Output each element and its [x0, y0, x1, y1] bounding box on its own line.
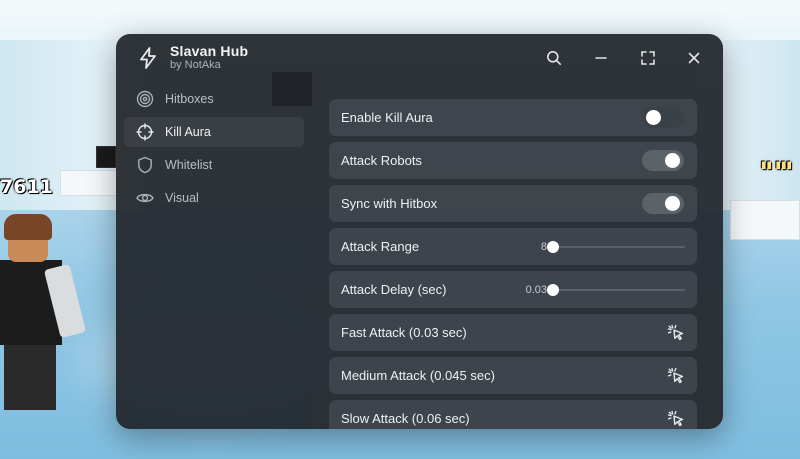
sync-with-hitbox-row[interactable]: Sync with Hitbox — [329, 185, 697, 222]
row-label: Enable Kill Aura — [341, 110, 433, 125]
wall-screen — [96, 146, 116, 168]
search-icon — [547, 51, 561, 65]
sidebar-item-whitelist[interactable]: Whitelist — [124, 150, 304, 180]
attack-range-value: 8 — [540, 240, 547, 253]
close-icon — [688, 52, 700, 64]
slow-attack-button[interactable]: Slow Attack (0.06 sec) — [329, 400, 697, 429]
sidebar-item-label: Kill Aura — [165, 125, 211, 139]
minimize-icon — [595, 57, 607, 59]
search-button[interactable] — [542, 46, 566, 70]
attack-range-slider-thumb[interactable] — [547, 241, 559, 253]
hub-window: Slavan Hub by NotAka Hitboxes Kill Aura … — [116, 34, 723, 429]
toggle-knob — [665, 196, 680, 211]
row-label: Sync with Hitbox — [341, 196, 438, 211]
attack-robots-toggle[interactable] — [642, 150, 684, 171]
button-label: Slow Attack (0.06 sec) — [341, 411, 470, 426]
display-case — [730, 200, 800, 240]
player-character — [0, 210, 87, 410]
sidebar: Hitboxes Kill Aura Whitelist Visual — [116, 84, 312, 429]
fast-attack-button[interactable]: Fast Attack (0.03 sec) — [329, 314, 697, 351]
maximize-icon — [641, 51, 655, 65]
attack-delay-slider-thumb[interactable] — [547, 284, 559, 296]
attack-range-slider[interactable] — [547, 241, 685, 253]
click-icon — [667, 410, 684, 427]
attack-delay-value: 0.03 — [525, 283, 547, 296]
sidebar-item-label: Hitboxes — [165, 92, 214, 106]
sidebar-item-label: Whitelist — [165, 158, 213, 172]
kill-aura-panel: Enable Kill Aura Attack Robots Sync with… — [312, 84, 723, 429]
window-subtitle: by NotAka — [170, 59, 221, 71]
minimize-button[interactable] — [589, 46, 613, 70]
row-label: Attack Delay (sec) — [341, 282, 447, 297]
window-title: Slavan Hub — [170, 43, 249, 59]
attack-robots-row[interactable]: Attack Robots — [329, 142, 697, 179]
button-label: Fast Attack (0.03 sec) — [341, 325, 467, 340]
attack-delay-slider[interactable] — [547, 284, 685, 296]
medium-attack-button[interactable]: Medium Attack (0.045 sec) — [329, 357, 697, 394]
attack-delay-row: Attack Delay (sec) 0.03 — [329, 271, 697, 308]
character-legs — [4, 345, 56, 410]
sidebar-item-hitboxes[interactable]: Hitboxes — [124, 84, 304, 114]
click-icon — [667, 324, 684, 341]
maximize-button[interactable] — [636, 46, 660, 70]
crosshair-icon — [136, 123, 154, 141]
sidebar-item-kill-aura[interactable]: Kill Aura — [124, 117, 304, 147]
npc-name-tag: ▮▮ ▮▮▮ — [761, 160, 792, 171]
row-label: Attack Robots — [341, 153, 422, 168]
character-hair — [4, 214, 52, 240]
shield-icon — [136, 156, 154, 174]
toggle-knob — [665, 153, 680, 168]
sync-with-hitbox-toggle[interactable] — [642, 193, 684, 214]
toggle-knob — [646, 110, 661, 125]
sidebar-item-label: Visual — [165, 191, 199, 205]
lightning-icon — [136, 46, 160, 70]
close-button[interactable] — [682, 46, 706, 70]
click-icon — [667, 367, 684, 384]
attack-range-row: Attack Range 8 — [329, 228, 697, 265]
enable-kill-aura-toggle[interactable] — [642, 107, 684, 128]
eye-icon — [136, 189, 154, 207]
button-label: Medium Attack (0.045 sec) — [341, 368, 495, 383]
sidebar-item-visual[interactable]: Visual — [124, 183, 304, 213]
row-label: Attack Range — [341, 239, 420, 254]
player-level-tag: 7611 — [0, 176, 53, 198]
target-icon — [136, 90, 154, 108]
title-bar[interactable]: Slavan Hub by NotAka — [116, 34, 723, 84]
enable-kill-aura-row[interactable]: Enable Kill Aura — [329, 99, 697, 136]
